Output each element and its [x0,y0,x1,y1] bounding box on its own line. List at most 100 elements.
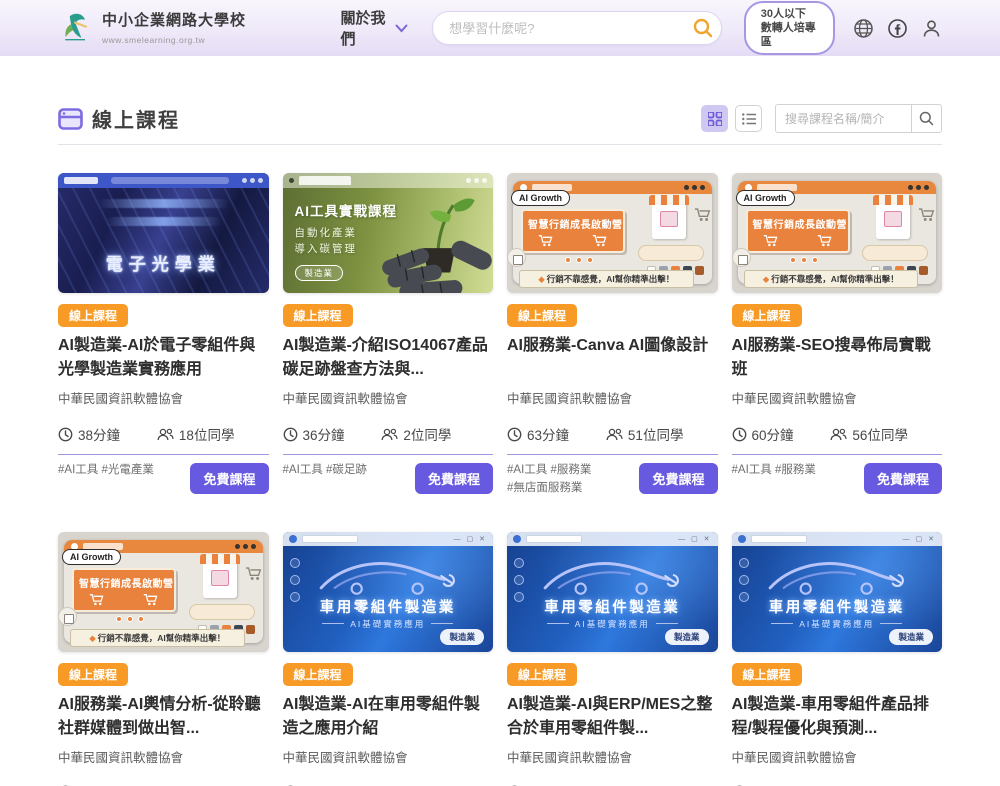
course-meta: 60分鐘 56位同學 [732,424,943,444]
cart-icon [143,593,159,606]
chevron-down-icon [395,24,408,33]
storefront-illustration [203,558,237,598]
course-card[interactable]: 電子光學業 線上課程 AI製造業-AI於電子零組件與光學製造業實務應用 中華民國… [58,173,269,498]
window-controls-icon: — ▢ ✕ [678,535,711,543]
sparkle-icon: ◆ [763,274,770,284]
course-title[interactable]: AI製造業-車用零組件產品排程/製程優化與預測... [732,693,943,742]
course-title[interactable]: AI製造業-介紹ISO14067產品碳足跡盤查方法與... [283,334,494,383]
grid-view-toggle[interactable] [701,105,728,132]
course-search-input[interactable] [775,104,911,133]
thumb-browser-bar: — ▢ ✕ [732,532,943,546]
thumbnail-glow-line [105,217,221,226]
course-title[interactable]: AI服務業-SEO搜尋佈局實戰班 [732,334,943,383]
promo-line1: 30人以下 [761,7,818,21]
course-students: 20位同學 [852,783,908,786]
thumbnail-subtitle: 導入碳管理 [295,241,358,256]
free-course-button[interactable]: 免費課程 [190,463,268,494]
course-type-badge: 線上課程 [507,663,577,686]
thumbnail-slogan: ◆行銷不靠感覺，AI幫你精準出擊！ [744,270,919,288]
course-title[interactable]: AI製造業-AI於電子零組件與光學製造業實務應用 [58,334,269,383]
thumb-browser-bar [283,173,494,188]
course-grid: 電子光學業 線上課程 AI製造業-AI於電子零組件與光學製造業實務應用 中華民國… [58,173,942,786]
course-card[interactable]: AI Growth 智慧行銷成長啟動營 ◆行銷不靠感覺，AI幫你精準出擊！ [732,173,943,498]
user-icon[interactable] [921,18,942,39]
shopping-bag-icon [732,248,751,267]
list-view-toggle[interactable] [735,105,762,132]
car-outline-illustration [538,554,686,598]
course-title[interactable]: AI製造業-AI在車用零組件製造之應用介紹 [283,693,494,742]
course-duration: 60分鐘 [752,424,794,444]
course-students: 56位同學 [852,424,908,444]
course-thumbnail[interactable]: AI工具實戰課程 自動化產業 導入碳管理 製造業 [283,173,494,293]
course-students: 50位同學 [179,783,235,786]
course-thumbnail[interactable]: — ▢ ✕ 車用零組件製造業 AI基礎實務應用 製造業 [283,532,494,652]
shopping-bag-icon [58,607,77,626]
free-course-button[interactable]: 免費課程 [864,463,942,494]
sme-digital-zone-button[interactable]: 30人以下 數轉人培專區 [744,1,835,56]
course-meta: 67分鐘 20位同學 [732,783,943,786]
course-card[interactable]: AI Growth 智慧行銷成長啟動營 ◆行銷不靠感覺，AI幫你精準出擊！ [58,532,269,786]
course-thumbnail[interactable]: — ▢ ✕ 車用零組件製造業 AI基礎實務應用 製造業 [507,532,718,652]
course-provider: 中華民國資訊軟體協會 [732,747,943,766]
course-thumbnail[interactable]: 電子光學業 [58,173,269,293]
page-title: 線上課程 [92,104,180,133]
nav-about-label: 關於我們 [341,7,391,49]
course-provider: 中華民國資訊軟體協會 [58,747,269,766]
nav-about-us[interactable]: 關於我們 [341,7,409,49]
course-thumbnail[interactable]: AI Growth 智慧行銷成長啟動營 ◆行銷不靠感覺，AI幫你精準出擊！ [507,173,718,293]
course-card[interactable]: AI工具實戰課程 自動化產業 導入碳管理 製造業 線上課程 AI製造業-介紹IS… [283,173,494,498]
course-title[interactable]: AI製造業-AI與ERP/MES之整合於車用零組件製... [507,693,718,742]
section-divider [58,144,942,145]
students-icon [606,428,623,441]
grid-view-icon [708,112,722,126]
thumb-dots [565,257,593,263]
course-thumbnail[interactable]: — ▢ ✕ 車用零組件製造業 AI基礎實務應用 製造業 [732,532,943,652]
storefront-illustration [652,199,686,239]
site-url: www.smelearning.org.tw [102,35,205,45]
thumbnail-subtitle: AI基礎實務應用 [507,618,718,630]
students-icon [381,428,398,441]
course-provider: 中華民國資訊軟體協會 [283,388,494,407]
thumbnail-title-panel: 智慧行銷成長啟動營 [746,209,850,253]
card-divider [58,454,269,455]
courses-icon [58,108,83,130]
course-meta: 55分鐘 50位同學 [58,783,269,786]
thumbnail-industry-badge: 製造業 [665,629,709,645]
course-card[interactable]: — ▢ ✕ 車用零組件製造業 AI基礎實務應用 製造業 線上課程 AI製造業-A… [507,532,718,786]
thumbnail-glow-line [98,199,229,208]
thumbnail-industry-badge: 製造業 [295,265,344,281]
course-meta: 37分鐘 22位同學 [507,783,718,786]
course-card[interactable]: — ▢ ✕ 車用零組件製造業 AI基礎實務應用 製造業 線上課程 AI製造業-車… [732,532,943,786]
course-type-badge: 線上課程 [58,304,128,327]
thumb-browser-bar: — ▢ ✕ [283,532,494,546]
cart-icon [763,234,779,247]
course-title[interactable]: AI服務業-Canva AI圖像設計 [507,334,718,383]
search-icon [919,111,934,126]
thumbnail-subtitle: 自動化產業 [295,225,358,240]
thumb-browser-bar: — ▢ ✕ [507,532,718,546]
header-search-bar [432,11,721,45]
globe-icon[interactable] [853,18,874,39]
course-provider: 中華民國資訊軟體協會 [507,388,718,407]
header-search-input[interactable] [449,21,689,36]
course-thumbnail[interactable]: AI Growth 智慧行銷成長啟動營 ◆行銷不靠感覺，AI幫你精準出擊！ [732,173,943,293]
course-duration: 55分鐘 [78,783,120,786]
course-title[interactable]: AI服務業-AI輿情分析-從聆聽社群媒體到做出智... [58,693,269,742]
course-provider: 中華民國資訊軟體協會 [732,388,943,407]
course-thumbnail[interactable]: AI Growth 智慧行銷成長啟動營 ◆行銷不靠感覺，AI幫你精準出擊！ [58,532,269,652]
free-course-button[interactable]: 免費課程 [415,463,493,494]
course-type-badge: 線上課程 [283,304,353,327]
thumb-label-pill [189,604,255,620]
site-logo[interactable]: 中小企業網路大學校 www.smelearning.org.tw [58,9,315,48]
facebook-icon[interactable] [887,18,908,39]
course-duration: 37分鐘 [527,783,569,786]
course-card[interactable]: — ▢ ✕ 車用零組件製造業 AI基礎實務應用 製造業 線上課程 AI製造業-A… [283,532,494,786]
free-course-button[interactable]: 免費課程 [639,463,717,494]
course-type-badge: 線上課程 [732,304,802,327]
course-card[interactable]: AI Growth 智慧行銷成長啟動營 ◆行銷不靠感覺，AI幫你精準出擊！ [507,173,718,498]
course-search-button[interactable] [911,104,942,133]
course-provider: 中華民國資訊軟體協會 [283,747,494,766]
thumbnail-title: 智慧行銷成長啟動營 [79,575,169,590]
header-search-button[interactable] [690,15,716,41]
car-outline-illustration [314,554,462,598]
